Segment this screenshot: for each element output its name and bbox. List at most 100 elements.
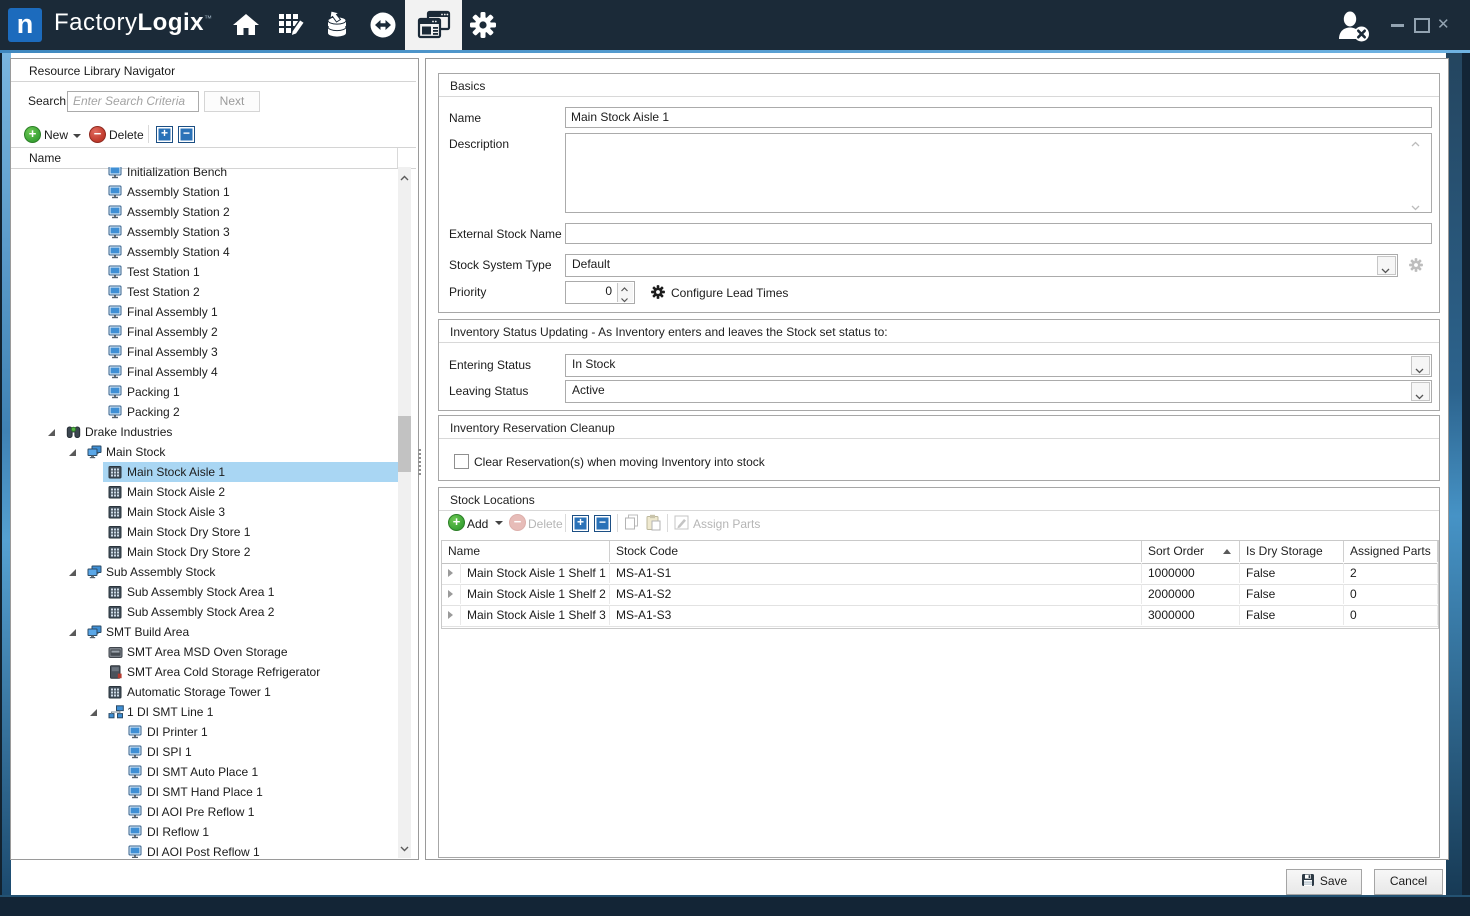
scrollbar-thumb[interactable] <box>398 416 411 472</box>
cancel-button[interactable]: Cancel <box>1374 869 1443 895</box>
dropdown-button[interactable] <box>1411 356 1430 375</box>
tree-item[interactable]: DI AOI Pre Reflow 1 <box>12 802 398 822</box>
stock-system-gear-icon[interactable] <box>1408 257 1424 276</box>
textarea-scroll-up-icon[interactable] <box>1411 136 1420 150</box>
tree-item[interactable]: Sub Assembly Stock Area 2 <box>12 602 398 622</box>
configure-lead-times-link[interactable]: Configure Lead Times <box>671 283 788 303</box>
tree-item[interactable]: DI SMT Hand Place 1 <box>12 782 398 802</box>
tree-expander-icon[interactable] <box>69 629 76 636</box>
next-button[interactable]: Next <box>204 91 260 112</box>
tree-item[interactable]: Final Assembly 2 <box>12 322 398 342</box>
tree-item[interactable]: Main Stock Aisle 1 <box>12 462 398 482</box>
collapse-all-rows-button[interactable]: − <box>594 515 611 532</box>
tree-item[interactable]: DI AOI Post Reflow 1 <box>12 842 398 858</box>
tree-item[interactable]: Assembly Station 4 <box>12 242 398 262</box>
row-expander-icon[interactable] <box>448 569 453 577</box>
tree-item[interactable]: Test Station 1 <box>12 262 398 282</box>
tree-item[interactable]: Assembly Station 1 <box>12 182 398 202</box>
tree-item[interactable]: SMT Area Cold Storage Refrigerator <box>12 662 398 682</box>
row-expander-icon[interactable] <box>448 590 453 598</box>
row-expander-icon[interactable] <box>448 611 453 619</box>
stepper-down-button[interactable] <box>618 293 633 303</box>
scroll-up-icon[interactable] <box>400 170 409 184</box>
tree-item[interactable]: Main Stock Dry Store 1 <box>12 522 398 542</box>
tree-item[interactable]: Main Stock Dry Store 2 <box>12 542 398 562</box>
textarea-scroll-down-icon[interactable] <box>1411 200 1420 214</box>
add-dropdown-caret[interactable] <box>495 521 503 525</box>
tree-item[interactable]: Main Stock <box>12 442 398 462</box>
user-logout-icon[interactable] <box>1336 9 1372 46</box>
assign-parts-button[interactable]: Assign Parts <box>693 512 760 536</box>
tree-item[interactable]: Packing 2 <box>12 402 398 422</box>
tree-item[interactable]: Automatic Storage Tower 1 <box>12 682 398 702</box>
tree-item[interactable]: Sub Assembly Stock <box>12 562 398 582</box>
table-row[interactable]: Main Stock Aisle 1 Shelf 2MS-A1-S2200000… <box>442 584 1438 606</box>
tree-item[interactable]: Sub Assembly Stock Area 1 <box>12 582 398 602</box>
column-header-assigned-parts[interactable]: Assigned Parts <box>1344 541 1438 562</box>
dropdown-button[interactable] <box>1377 256 1396 275</box>
dropdown-button[interactable] <box>1411 382 1430 401</box>
expand-all-rows-button[interactable]: + <box>572 515 589 532</box>
tree-item[interactable]: DI Reflow 1 <box>12 822 398 842</box>
transfer-icon[interactable] <box>368 10 400 40</box>
entering-status-dropdown[interactable]: In Stock <box>565 354 1432 377</box>
tree-scrollbar[interactable] <box>398 167 411 858</box>
tree-item[interactable]: DI SMT Auto Place 1 <box>12 762 398 782</box>
delete-button[interactable]: Delete <box>528 512 563 536</box>
tree-item[interactable]: DI SPI 1 <box>12 742 398 762</box>
leaving-status-dropdown[interactable]: Active <box>565 380 1432 403</box>
minimize-button[interactable] <box>1391 24 1404 27</box>
delete-button[interactable]: Delete <box>109 128 144 142</box>
tree-item[interactable]: Final Assembly 3 <box>12 342 398 362</box>
tree-item[interactable]: Assembly Station 3 <box>12 222 398 242</box>
stock-system-type-dropdown[interactable]: Default <box>565 254 1398 277</box>
maximize-button[interactable] <box>1414 18 1430 33</box>
tree-item[interactable]: Main Stock Aisle 2 <box>12 482 398 502</box>
column-header-stock-code[interactable]: Stock Code <box>610 541 1142 562</box>
lead-times-gear-icon[interactable] <box>650 284 666 303</box>
column-header-is-dry-storage[interactable]: Is Dry Storage <box>1240 541 1344 562</box>
table-row[interactable]: Main Stock Aisle 1 Shelf 1MS-A1-S1100000… <box>442 563 1438 585</box>
add-button[interactable]: Add <box>467 512 488 536</box>
expand-all-button[interactable]: + <box>156 126 173 143</box>
planning-icon[interactable] <box>276 10 308 40</box>
new-dropdown-caret[interactable] <box>73 134 81 138</box>
new-button[interactable]: New <box>44 128 68 142</box>
tree-item[interactable]: Main Stock Aisle 3 <box>12 502 398 522</box>
tree-item[interactable]: Final Assembly 4 <box>12 362 398 382</box>
stepper-up-button[interactable] <box>618 283 633 293</box>
search-input[interactable]: Enter Search Criteria <box>67 91 199 112</box>
column-header-sort-order[interactable]: Sort Order <box>1142 541 1240 562</box>
priority-stepper[interactable]: 0 <box>565 281 635 304</box>
tree-expander-icon[interactable] <box>48 429 55 436</box>
clear-reservations-checkbox[interactable] <box>454 454 469 469</box>
close-button[interactable]: ✕ <box>1437 15 1450 33</box>
materials-icon[interactable] <box>321 10 353 40</box>
tree-expander-icon[interactable] <box>69 569 76 576</box>
panel-splitter[interactable] <box>418 449 421 475</box>
tree-item[interactable]: Initialization Bench <box>12 167 398 182</box>
settings-icon[interactable] <box>468 10 500 40</box>
tree-item[interactable]: SMT Build Area <box>12 622 398 642</box>
save-button[interactable]: Save <box>1286 869 1362 895</box>
name-input[interactable]: Main Stock Aisle 1 <box>565 107 1432 128</box>
tree-expander-icon[interactable] <box>90 709 97 716</box>
tree-expander-icon[interactable] <box>69 449 76 456</box>
paste-icon[interactable] <box>645 514 661 534</box>
tree-item[interactable]: Packing 1 <box>12 382 398 402</box>
description-textarea[interactable] <box>565 133 1432 213</box>
tree-item[interactable]: Final Assembly 1 <box>12 302 398 322</box>
external-stock-name-input[interactable] <box>565 223 1432 244</box>
tree-item[interactable]: SMT Area MSD Oven Storage <box>12 642 398 662</box>
table-row[interactable]: Main Stock Aisle 1 Shelf 3MS-A1-S3300000… <box>442 605 1438 627</box>
tree-item[interactable]: Test Station 2 <box>12 282 398 302</box>
tree-item[interactable]: Assembly Station 2 <box>12 202 398 222</box>
copy-icon[interactable] <box>624 514 640 534</box>
column-header-name[interactable]: Name <box>442 541 610 562</box>
resource-library-icon[interactable] <box>416 10 452 40</box>
tree-item[interactable]: DI Printer 1 <box>12 722 398 742</box>
tree-item[interactable]: 1 DI SMT Line 1 <box>12 702 398 722</box>
collapse-all-button[interactable]: − <box>178 126 195 143</box>
tree-item[interactable]: Drake Industries <box>12 422 398 442</box>
home-icon[interactable] <box>231 10 263 40</box>
